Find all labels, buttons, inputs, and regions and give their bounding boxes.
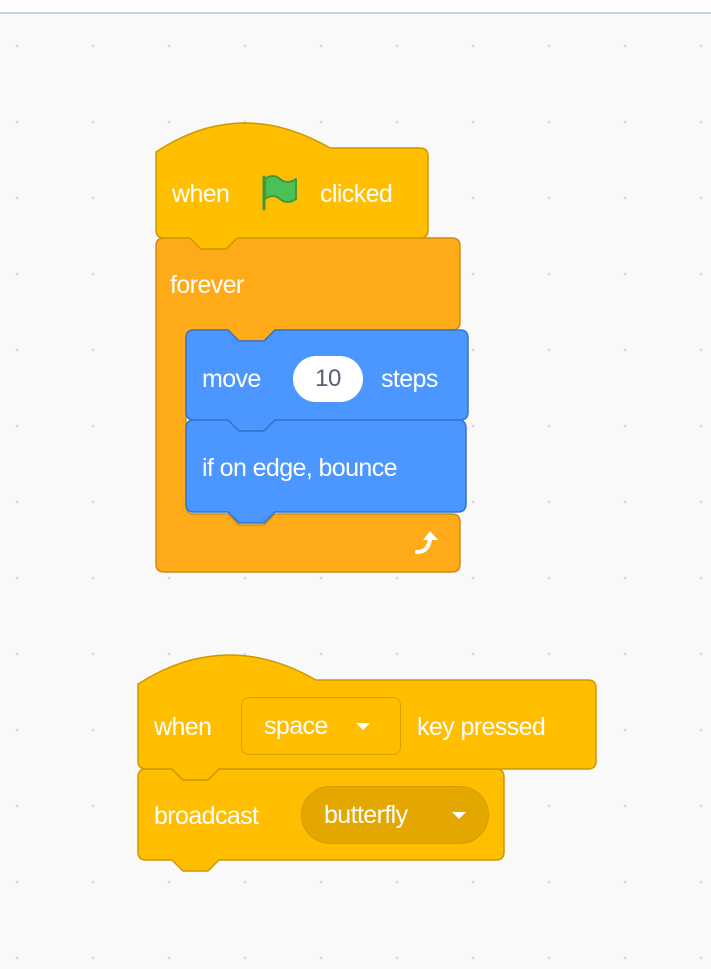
when-label: when <box>154 713 212 741</box>
loop-arrow-icon <box>415 531 438 554</box>
message-select-value: butterfly <box>324 801 408 829</box>
when-label: when <box>172 180 230 208</box>
green-flag-icon <box>262 175 297 211</box>
key-select-dropdown[interactable]: space <box>241 697 401 755</box>
forever-label: forever <box>170 271 244 299</box>
move-label: move <box>202 365 261 393</box>
key-pressed-label: key pressed <box>417 713 546 741</box>
chevron-down-icon <box>452 812 466 819</box>
broadcast-label: broadcast <box>154 802 259 830</box>
steps-number-input[interactable]: 10 <box>293 356 363 402</box>
clicked-label: clicked <box>320 180 393 208</box>
key-select-value: space <box>264 712 328 740</box>
bounce-label: if on edge, bounce <box>202 454 398 482</box>
chevron-down-icon <box>356 723 370 730</box>
message-select-dropdown[interactable]: butterfly <box>301 786 489 844</box>
steps-label: steps <box>381 365 438 393</box>
